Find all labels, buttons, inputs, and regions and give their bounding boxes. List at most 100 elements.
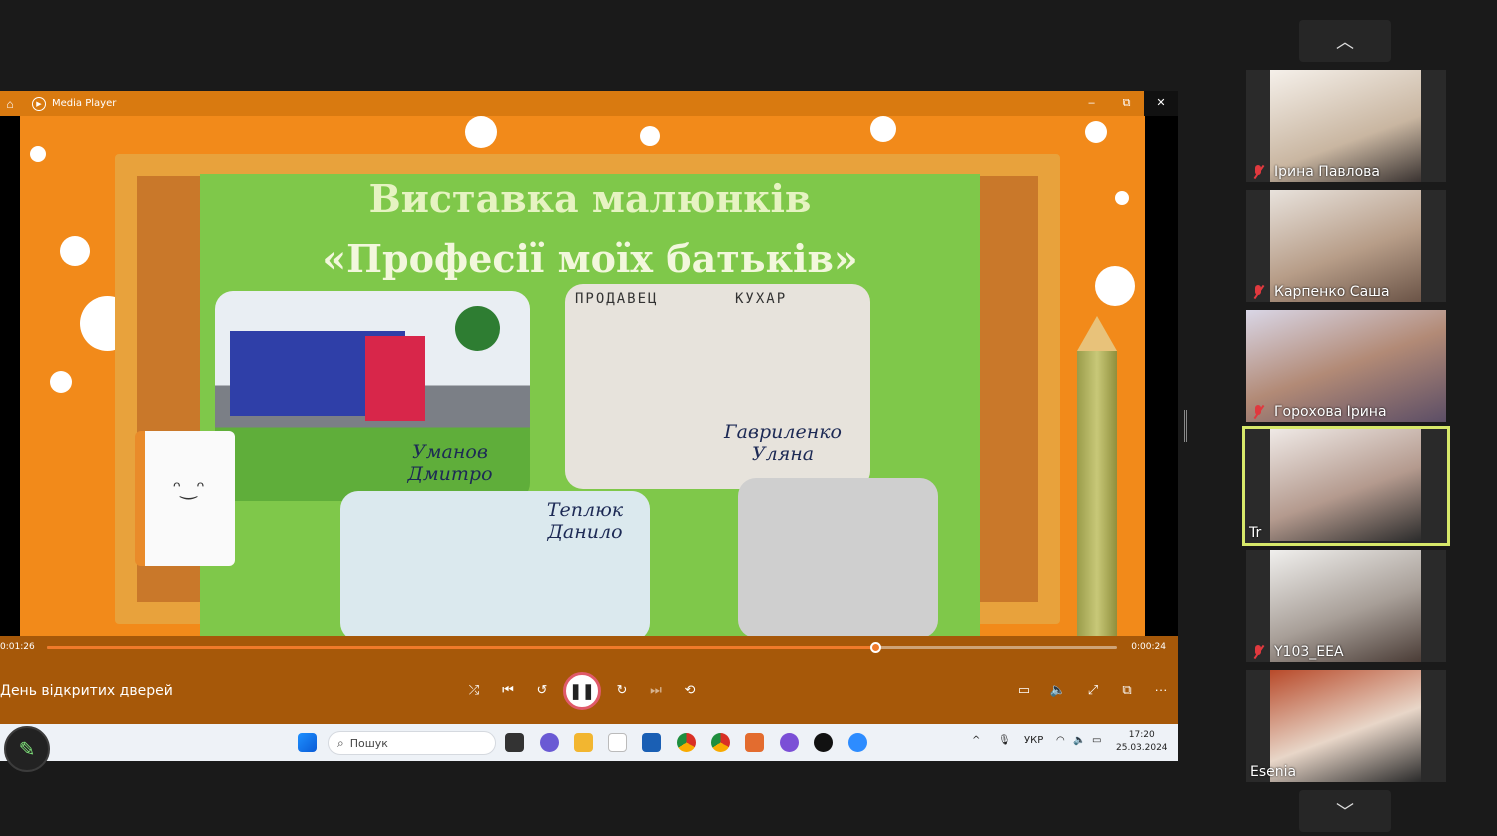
captions-icon[interactable]: ▭ xyxy=(1013,682,1035,698)
home-icon[interactable]: ⌂ xyxy=(0,97,20,111)
close-button[interactable]: ✕ xyxy=(1144,91,1178,116)
window-controls: – ⧉ ✕ xyxy=(1074,91,1178,116)
battery-icon[interactable]: ▭ xyxy=(1092,735,1101,746)
file-explorer-icon[interactable] xyxy=(574,733,593,752)
participant-tile[interactable]: Y103_EEA xyxy=(1246,550,1446,662)
participant-tile[interactable]: Ірина Павлова xyxy=(1246,70,1446,182)
participant-name-tag: Y103_EEA xyxy=(1250,644,1344,660)
participant-video xyxy=(1270,429,1421,541)
decor-dot xyxy=(50,371,72,393)
pencil-decoration xyxy=(1077,316,1117,636)
forward-icon[interactable]: ↻ xyxy=(611,682,633,698)
restore-button[interactable]: ⧉ xyxy=(1109,91,1144,116)
decor-dot xyxy=(30,146,46,162)
media-title: День відкритих дверей xyxy=(0,683,173,699)
participant-name: Esenia xyxy=(1250,764,1297,780)
search-placeholder: Пошук xyxy=(349,736,388,750)
mascot-face: ᵔ‿ᵔ xyxy=(173,478,205,500)
media-player-logo-icon: ▶ xyxy=(32,96,46,111)
previous-icon[interactable]: ⏮ xyxy=(497,682,519,698)
tray-overflow-icon[interactable]: ^ xyxy=(972,735,980,746)
chat-icon[interactable] xyxy=(540,733,559,752)
seek-bar[interactable] xyxy=(47,642,1117,653)
drawing-caption: Уманов Дмитро xyxy=(407,441,493,485)
participant-tile-active-speaker[interactable]: Tr xyxy=(1242,426,1450,546)
clock-time: 17:20 xyxy=(1128,730,1155,740)
slide-title-line-2: «Професії моїх батьків» xyxy=(322,236,858,281)
participant-name-tag: Tr xyxy=(1249,525,1261,541)
scroll-down-button[interactable]: ﹀ xyxy=(1299,790,1391,832)
drawing-caption: Теплюк Данило xyxy=(546,499,624,543)
participant-name-tag: Карпенко Саша xyxy=(1250,284,1390,300)
input-language[interactable]: УКР xyxy=(1024,735,1043,746)
time-remaining: 0:00:24 xyxy=(1131,642,1166,652)
truck-cab xyxy=(365,336,425,421)
microphone-muted-icon xyxy=(1250,284,1266,300)
rewind-icon[interactable]: ↺ xyxy=(531,682,553,698)
windows-taskbar: ⌕ Пошук ^ 🎙 УКР ◠ 🔈 ▭ 17:20 25.03.2024 xyxy=(0,724,1178,761)
slide-title-line-1: Виставка малюнків xyxy=(368,176,812,221)
minimize-button[interactable]: – xyxy=(1074,91,1109,116)
video-frame[interactable]: Виставка малюнків «Професії моїх батьків… xyxy=(20,116,1145,636)
scroll-up-button[interactable]: ︿ xyxy=(1299,20,1391,62)
viber-icon[interactable] xyxy=(780,733,799,752)
fullscreen-icon[interactable]: ⤢ xyxy=(1082,682,1104,698)
wifi-icon[interactable]: ◠ xyxy=(1056,735,1065,746)
miniplayer-icon[interactable]: ⧉ xyxy=(1116,682,1138,698)
microphone-icon[interactable]: 🎙 xyxy=(998,735,1011,746)
more-options-icon[interactable]: ··· xyxy=(1150,682,1172,697)
clock-date: 25.03.2024 xyxy=(1116,743,1168,753)
meeting-stage: ⌂ ▶ Media Player – ⧉ ✕ Виставка малюнків… xyxy=(0,0,1497,836)
decor-dot xyxy=(1095,266,1135,306)
task-view-icon[interactable] xyxy=(505,733,524,752)
store-icon[interactable] xyxy=(642,733,661,752)
drawing-caption: Гавриленко Уляна xyxy=(723,421,842,465)
drawing-label-seller: ПРОДАВЕЦ xyxy=(575,291,659,307)
notepad-icon[interactable] xyxy=(608,733,627,752)
participant-name-tag: Горохова Ірина xyxy=(1250,404,1387,420)
search-icon: ⌕ xyxy=(337,735,344,750)
participant-name: Ірина Павлова xyxy=(1274,164,1380,180)
decor-dot xyxy=(465,116,497,148)
participant-tile[interactable]: Карпенко Саша xyxy=(1246,190,1446,302)
player-controls: 0:01:26 0:00:24 День відкритих дверей ⤮ … xyxy=(0,636,1178,726)
media-player-taskbar-icon[interactable] xyxy=(814,733,833,752)
participant-name: Y103_EEA xyxy=(1274,644,1344,660)
chrome-icon[interactable] xyxy=(677,733,696,752)
participant-name: Tr xyxy=(1249,525,1262,541)
windows-start-icon[interactable] xyxy=(298,733,317,752)
pause-button[interactable]: ❚❚ xyxy=(563,672,601,710)
chrome-profile-icon[interactable] xyxy=(711,733,730,752)
decor-dot xyxy=(1115,191,1129,205)
repeat-icon[interactable]: ⟲ xyxy=(679,682,701,698)
chevron-down-icon: ﹀ xyxy=(1336,802,1354,822)
participant-tile[interactable]: Горохова Ірина xyxy=(1246,310,1446,422)
drawing-label-cook: КУХАР xyxy=(735,291,788,307)
zoom-icon[interactable] xyxy=(848,733,867,752)
tree xyxy=(455,306,500,351)
drawing-sketch xyxy=(738,478,938,636)
media-player-titlebar: ⌂ ▶ Media Player – ⧉ ✕ xyxy=(0,91,1178,116)
taskbar-clock[interactable]: 17:20 25.03.2024 xyxy=(1116,729,1168,755)
annotate-pen-icon[interactable]: ✎ xyxy=(4,726,50,772)
participant-name-tag: Ірина Павлова xyxy=(1250,164,1380,180)
speaker-icon[interactable]: 🔈 xyxy=(1073,735,1085,746)
seek-thumb[interactable] xyxy=(870,642,882,653)
decor-dot xyxy=(1085,121,1107,143)
taskbar-search[interactable]: ⌕ Пошук xyxy=(328,731,496,755)
next-icon[interactable]: ⏭ xyxy=(645,682,667,698)
participant-tile[interactable]: Esenia xyxy=(1246,670,1446,782)
volume-icon[interactable]: 🔈 xyxy=(1047,682,1069,698)
microphone-muted-icon xyxy=(1250,404,1266,420)
participant-name: Горохова Ірина xyxy=(1274,404,1387,420)
panel-resize-handle[interactable] xyxy=(1184,410,1187,442)
chevron-up-icon: ︿ xyxy=(1336,32,1354,52)
shared-screen: ⌂ ▶ Media Player – ⧉ ✕ Виставка малюнків… xyxy=(0,91,1178,761)
decor-dot xyxy=(640,126,660,146)
participant-name: Карпенко Саша xyxy=(1274,284,1390,300)
notebook-mascot: ᵔ‿ᵔ xyxy=(135,431,235,566)
office-icon[interactable] xyxy=(745,733,764,752)
microphone-muted-icon xyxy=(1250,164,1266,180)
app-title: Media Player xyxy=(52,98,117,109)
shuffle-icon[interactable]: ⤮ xyxy=(463,682,485,698)
